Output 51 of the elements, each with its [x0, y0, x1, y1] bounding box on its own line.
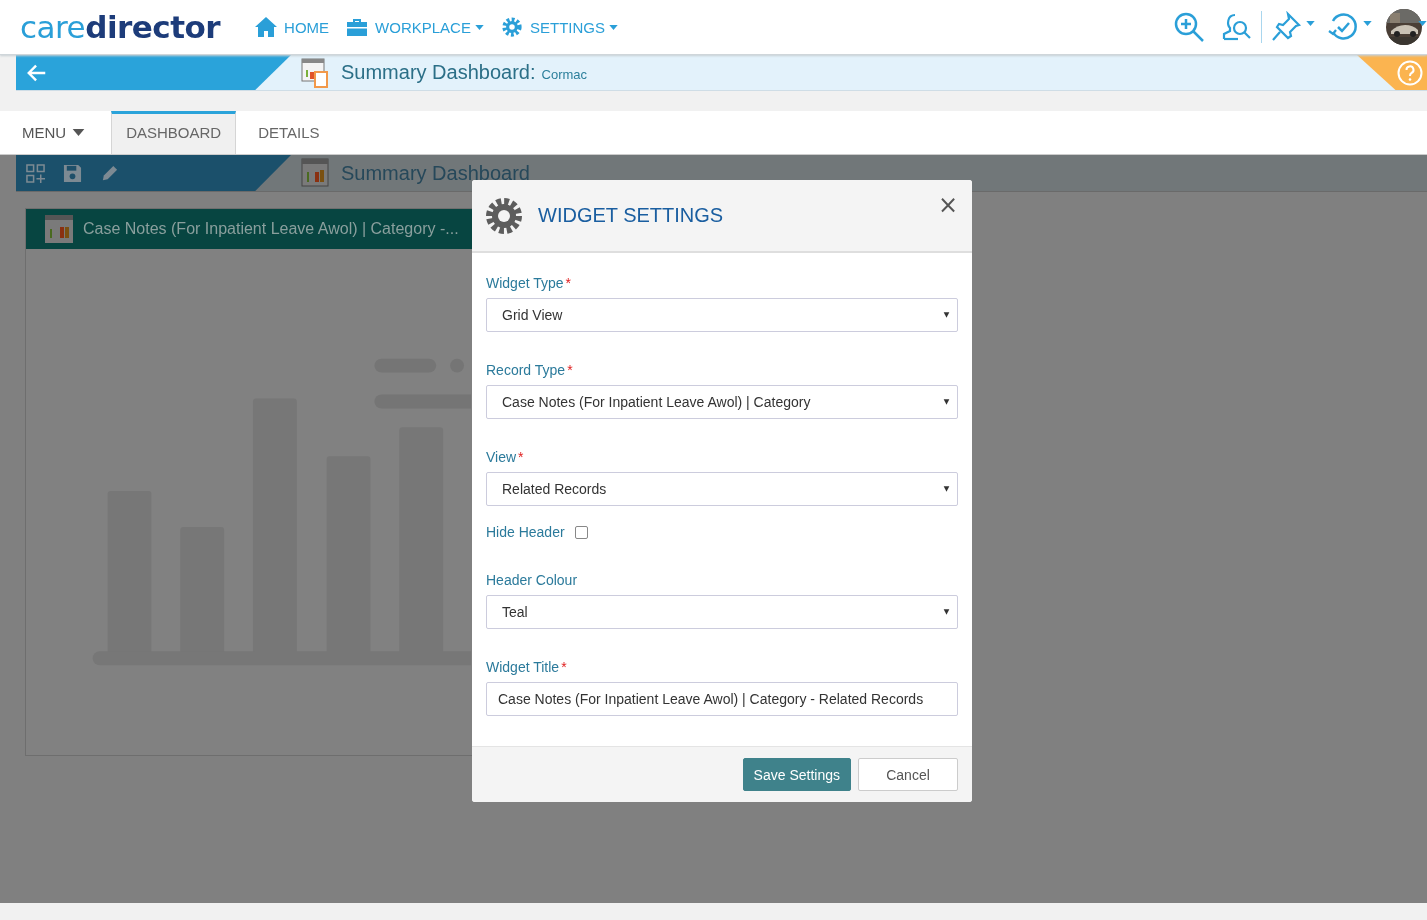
input-field[interactable]: Case Notes (For Inpatient Leave Awol) | Category - Related Records — [486, 682, 958, 717]
field-label: Header Colour — [486, 572, 578, 589]
caredirector-logo[interactable]: caredirector — [20, 9, 221, 45]
tab[interactable]: DETAILS — [244, 111, 334, 154]
field-label: Hide Header — [486, 524, 565, 541]
add-widget-icon[interactable] — [26, 163, 45, 183]
caret-icon — [72, 129, 86, 136]
checkbox[interactable] — [574, 525, 588, 539]
caret-icon — [943, 486, 950, 493]
caret-icon[interactable] — [1418, 20, 1427, 26]
required-mark: * — [565, 275, 571, 292]
tab[interactable]: DASHBOARD — [111, 111, 237, 154]
dialog-title: WIDGET SETTINGS — [538, 204, 724, 228]
home-icon — [254, 16, 279, 38]
caret-icon — [609, 24, 618, 30]
dropdown-field[interactable]: Grid View — [486, 298, 958, 333]
page-title: Summary Dashboard: — [341, 61, 536, 84]
help-icon[interactable] — [1397, 59, 1423, 86]
cancel-button[interactable]: Cancel — [858, 758, 958, 792]
dashboard-icon — [301, 158, 329, 188]
required-mark: * — [518, 449, 524, 466]
required-mark: * — [561, 659, 567, 676]
dashboard-title: Summary Dashboard — [341, 161, 530, 185]
dropdown-field[interactable]: Teal — [486, 595, 958, 630]
caret-icon — [943, 399, 950, 406]
menu-button[interactable]: MENU — [0, 111, 112, 154]
required-mark: * — [567, 362, 573, 379]
field-label: Widget Type — [486, 275, 564, 292]
caret-icon — [943, 609, 950, 616]
field-label: Widget Title — [486, 659, 560, 676]
zoom-in-icon[interactable] — [1173, 11, 1205, 43]
gear-icon — [486, 197, 522, 234]
caret-icon — [943, 312, 950, 319]
pencil-icon[interactable] — [100, 163, 119, 183]
dropdown-field[interactable]: Related Records — [486, 472, 958, 507]
dropdown-field[interactable]: Case Notes (For Inpatient Leave Awol) | Category — [486, 385, 958, 420]
help-corner[interactable] — [1357, 55, 1427, 90]
caret-icon — [474, 24, 484, 30]
widget-title: Case Notes (For Inpatient Leave Awol) | Category -... — [83, 220, 459, 238]
chart-window-icon — [45, 215, 73, 243]
field-label: Record Type — [486, 362, 566, 379]
save-button[interactable]: Save Settings — [742, 758, 851, 792]
history-icon[interactable] — [1327, 11, 1359, 43]
person-search-icon[interactable] — [1221, 11, 1253, 43]
field-label: View — [486, 449, 517, 466]
save-icon[interactable] — [63, 163, 82, 183]
record-name: Cormac — [541, 67, 588, 82]
pin-icon[interactable] — [1270, 11, 1302, 43]
close-button[interactable]: × — [937, 190, 958, 219]
briefcase-icon — [345, 16, 370, 38]
dashboard-icon — [301, 57, 329, 88]
